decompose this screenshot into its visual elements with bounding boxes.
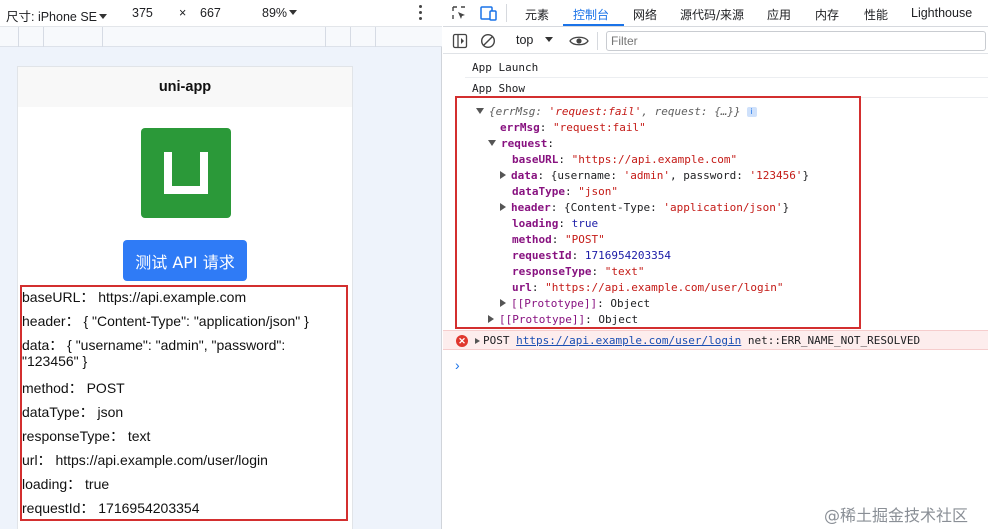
request-info-line: method： POST xyxy=(22,380,125,396)
network-error-row: ✕ POST https://api.example.com/user/logi… xyxy=(443,330,988,350)
request-info-line: requestId： 1716954203354 xyxy=(22,500,200,516)
prop-method: method: "POST" xyxy=(512,233,605,246)
inspect-element-icon[interactable] xyxy=(451,5,467,21)
test-api-button[interactable]: 测试 API 请求 xyxy=(123,240,247,281)
chevron-down-icon xyxy=(289,10,298,15)
request-info-line: data： { "username": "admin", "password": xyxy=(22,337,286,353)
prop-baseurl: baseURL: "https://api.example.com" xyxy=(512,153,738,166)
console-filter-input[interactable] xyxy=(606,31,986,51)
error-icon: ✕ xyxy=(456,335,468,347)
devtools-tabbar: 元素 控制台 网络 源代码/来源 应用 内存 性能 Lighthouse xyxy=(443,0,988,27)
error-message: net::ERR_NAME_NOT_RESOLVED xyxy=(747,334,921,347)
error-method: POST xyxy=(483,334,510,347)
chevron-down-icon xyxy=(99,14,108,19)
request-info-line: dataType： json xyxy=(22,404,124,420)
collapse-triangle-icon[interactable] xyxy=(500,299,506,307)
request-info-line: loading： true xyxy=(22,476,110,492)
tab-application[interactable]: 应用 xyxy=(767,6,791,23)
device-label: 尺寸: iPhone SE xyxy=(6,10,98,24)
app-nav-title: uni-app xyxy=(18,67,352,107)
collapse-triangle-icon[interactable] xyxy=(500,171,506,179)
zoom-label: 89% xyxy=(262,6,288,20)
height-field[interactable]: 667 xyxy=(200,6,221,20)
device-emulation-pane: 尺寸: iPhone SE 375 × 667 89% uni-app 测试 A… xyxy=(0,0,442,529)
request-info-line: "123456" } xyxy=(22,353,88,369)
prop-request[interactable]: request: xyxy=(488,137,554,150)
prop-prototype-inner[interactable]: [[Prototype]]: Object xyxy=(500,297,650,310)
active-tab-indicator xyxy=(563,24,624,26)
prop-prototype-outer[interactable]: [[Prototype]]: Object xyxy=(488,313,638,326)
devtools-panel: 元素 控制台 网络 源代码/来源 应用 内存 性能 Lighthouse top xyxy=(443,0,988,529)
uni-app-logo-icon xyxy=(141,128,231,218)
tab-memory[interactable]: 内存 xyxy=(815,6,839,23)
more-options-icon[interactable] xyxy=(419,5,423,21)
zoom-select[interactable]: 89% xyxy=(262,6,298,20)
prop-url: url: "https://api.example.com/user/login… xyxy=(512,281,784,294)
clear-console-icon[interactable] xyxy=(480,33,496,49)
chevron-down-icon xyxy=(544,37,553,42)
expand-triangle-icon[interactable] xyxy=(475,338,480,344)
live-expression-eye-icon[interactable] xyxy=(569,34,589,48)
log-app-launch: App Launch xyxy=(472,61,539,74)
prop-datatype: dataType: "json" xyxy=(512,185,618,198)
tab-performance[interactable]: 性能 xyxy=(864,6,888,23)
log-app-show: App Show xyxy=(472,82,525,95)
tab-lighthouse[interactable]: Lighthouse xyxy=(911,6,972,20)
request-info-line: header： { "Content-Type": "application/j… xyxy=(22,313,309,329)
device-toolbar: 尺寸: iPhone SE 375 × 667 89% xyxy=(0,0,442,27)
prop-responsetype: responseType: "text" xyxy=(512,265,645,278)
console-toolbar: top xyxy=(443,28,988,54)
tab-sources[interactable]: 源代码/来源 xyxy=(680,6,744,23)
prop-errmsg: errMsg: "request:fail" xyxy=(500,121,646,134)
sidebar-toggle-icon[interactable] xyxy=(452,33,468,49)
device-select[interactable]: 尺寸: iPhone SE xyxy=(6,6,108,25)
prop-data[interactable]: data: {username: 'admin', password: '123… xyxy=(500,169,809,182)
tab-console[interactable]: 控制台 xyxy=(573,6,609,23)
tab-elements[interactable]: 元素 xyxy=(525,6,549,23)
collapse-triangle-icon[interactable] xyxy=(488,315,494,323)
context-select[interactable]: top xyxy=(516,33,553,47)
media-query-ruler xyxy=(0,27,442,47)
prop-requestid: requestId: 1716954203354 xyxy=(512,249,671,262)
console-prompt-icon[interactable]: › xyxy=(455,357,460,373)
info-badge-icon: i xyxy=(746,107,757,117)
device-toggle-icon[interactable] xyxy=(480,5,498,21)
request-info-line: url： https://api.example.com/user/login xyxy=(22,452,268,468)
expand-triangle-icon[interactable] xyxy=(476,108,484,114)
expand-triangle-icon[interactable] xyxy=(488,140,496,146)
error-url-link[interactable]: https://api.example.com/user/login xyxy=(516,334,741,347)
request-info-line: responseType： text xyxy=(22,428,151,444)
object-summary[interactable]: {errMsg: 'request:fail', request: {…}} i xyxy=(476,105,757,118)
tab-network[interactable]: 网络 xyxy=(633,6,657,23)
collapse-triangle-icon[interactable] xyxy=(500,203,506,211)
context-label: top xyxy=(516,33,534,47)
prop-header[interactable]: header: {Content-Type: 'application/json… xyxy=(500,201,789,214)
request-info-line: baseURL： https://api.example.com xyxy=(22,289,247,305)
watermark: @稀土掘金技术社区 xyxy=(824,506,969,525)
prop-loading: loading: true xyxy=(512,217,599,230)
times-sign: × xyxy=(179,6,187,20)
width-field[interactable]: 375 xyxy=(132,6,153,20)
